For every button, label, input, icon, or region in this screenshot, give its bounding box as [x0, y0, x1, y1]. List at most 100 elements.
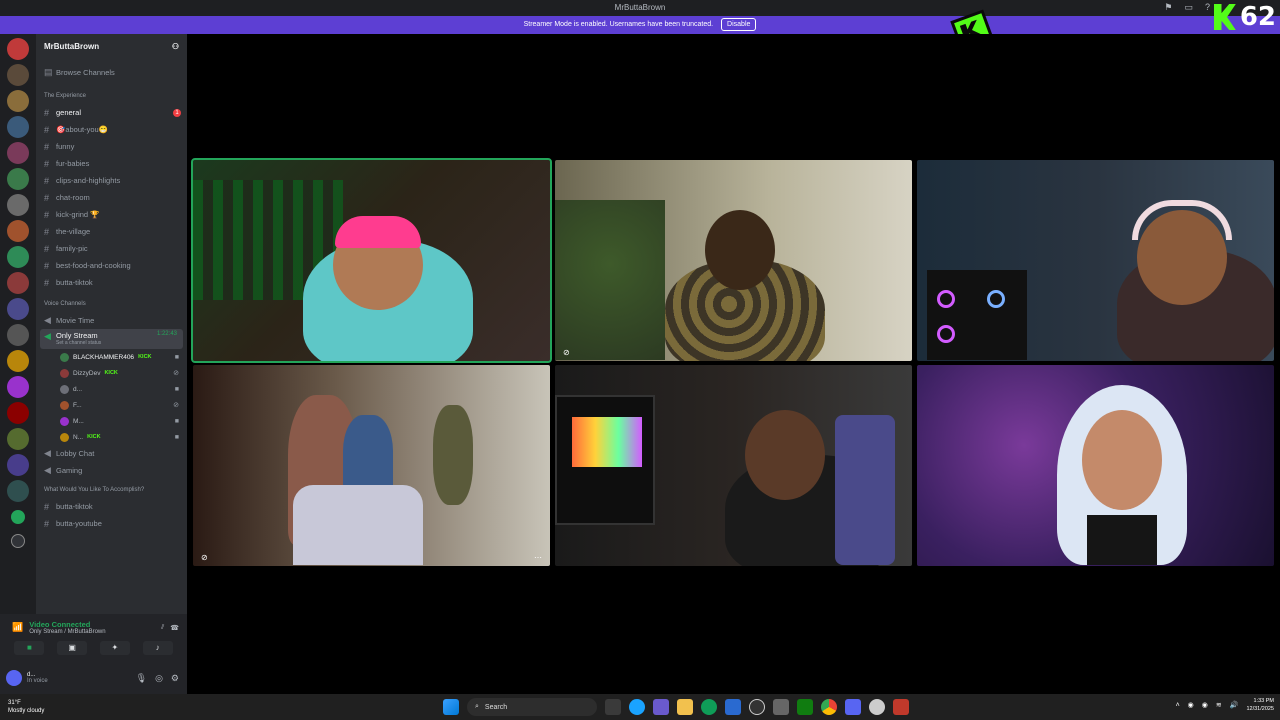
voice-channel-only-stream[interactable]: ◀ Only Stream Set a channel status 1:22:…: [40, 329, 183, 349]
category-header[interactable]: The Experience: [36, 87, 187, 104]
channel-chat-room[interactable]: # chat-room: [36, 189, 187, 206]
obs-icon[interactable]: [749, 699, 765, 715]
streamer-mode-banner: Streamer Mode is enabled. Usernames have…: [0, 16, 1280, 34]
video-tile[interactable]: [191, 158, 552, 363]
category-header[interactable]: What Would You Like To Accomplish?: [36, 481, 187, 498]
server-icon[interactable]: [7, 142, 29, 164]
channel-butta-youtube[interactable]: # butta-youtube: [36, 515, 187, 532]
server-header[interactable]: MrButtaBrown ⚇: [36, 34, 187, 58]
server-icon[interactable]: [7, 194, 29, 216]
voice-location[interactable]: Only Stream / MrButtaBrown: [29, 629, 105, 635]
start-icon[interactable]: [443, 699, 459, 715]
discover-icon[interactable]: [11, 534, 25, 548]
xbox-icon[interactable]: [797, 699, 813, 715]
noise-suppression-icon[interactable]: ⫽: [161, 624, 164, 632]
tray-app-icon[interactable]: ◉: [1202, 701, 1208, 709]
copilot-icon[interactable]: [653, 699, 669, 715]
headphones-icon[interactable]: ◎: [155, 673, 163, 684]
voice-member[interactable]: BLACKHAMMER406 KICK ■: [36, 349, 187, 365]
gear-icon[interactable]: ⚙: [171, 673, 179, 684]
voice-member[interactable]: d... ■: [36, 381, 187, 397]
server-icon[interactable]: [7, 376, 29, 398]
channel-the-village[interactable]: # the-village: [36, 223, 187, 240]
edge-icon[interactable]: [629, 699, 645, 715]
voice-member[interactable]: DizzyDev KICK ⊘: [36, 365, 187, 381]
settings-app-icon[interactable]: [773, 699, 789, 715]
video-tile[interactable]: [917, 365, 1274, 566]
flag-icon[interactable]: ⚑: [1164, 2, 1172, 13]
server-icon[interactable]: [7, 38, 29, 60]
clock[interactable]: 1:33 PM 12/31/2025: [1246, 697, 1274, 713]
channel-funny[interactable]: # funny: [36, 138, 187, 155]
volume-icon[interactable]: 🔊: [1230, 701, 1239, 709]
server-icon[interactable]: [7, 64, 29, 86]
weather-widget[interactable]: 31°F Mostly cloudy: [8, 699, 44, 715]
voice-channel-lobby-chat[interactable]: ◀ Lobby Chat: [36, 445, 187, 462]
inbox-icon[interactable]: ▭: [1184, 2, 1193, 13]
video-tile[interactable]: [555, 365, 912, 566]
browser-icon[interactable]: [701, 699, 717, 715]
camera-button[interactable]: ■: [14, 641, 45, 655]
channel-kick-grind[interactable]: # kick-grind 🏆: [36, 206, 187, 223]
channel-butta-tiktok-2[interactable]: # butta-tiktok: [36, 498, 187, 515]
soundboard-button[interactable]: ♪: [142, 641, 173, 655]
screen-share-button[interactable]: ▣: [57, 641, 88, 655]
participant-face: [745, 410, 825, 500]
channel-clips[interactable]: # clips-and-highlights: [36, 172, 187, 189]
add-server-icon[interactable]: [11, 510, 25, 524]
muted-icon: ⊘: [173, 402, 179, 409]
server-icon[interactable]: [7, 168, 29, 190]
voice-member[interactable]: N... KICK ■: [36, 429, 187, 445]
server-icon[interactable]: [7, 454, 29, 476]
app-icon[interactable]: [725, 699, 741, 715]
server-icon[interactable]: [7, 350, 29, 372]
app-icon[interactable]: [893, 699, 909, 715]
video-tile[interactable]: ⊘: [555, 160, 912, 361]
channel-butta-tiktok[interactable]: # butta-tiktok: [36, 274, 187, 291]
disable-streamer-mode-button[interactable]: Disable: [721, 18, 757, 31]
channel-general[interactable]: # general 1: [36, 104, 187, 121]
server-icon[interactable]: [7, 272, 29, 294]
server-icon[interactable]: [7, 428, 29, 450]
channel-best-food[interactable]: # best-food-and-cooking: [36, 257, 187, 274]
file-explorer-icon[interactable]: [677, 699, 693, 715]
tray-app-icon[interactable]: ◉: [1188, 701, 1194, 709]
more-options-icon[interactable]: ⋯: [534, 553, 542, 562]
channel-label: family-pic: [56, 244, 88, 253]
voice-member[interactable]: F... ⊘: [36, 397, 187, 413]
server-icon[interactable]: [7, 116, 29, 138]
chevron-up-icon[interactable]: ˄: [1176, 702, 1180, 709]
server-icon[interactable]: [7, 220, 29, 242]
category-header[interactable]: Voice Channels: [36, 295, 187, 312]
activities-button[interactable]: ✦: [99, 641, 130, 655]
search-box[interactable]: ⌕ Search: [467, 698, 597, 716]
help-icon[interactable]: ?: [1205, 2, 1210, 13]
member-name: F...: [73, 401, 82, 409]
channel-fur-babies[interactable]: # fur-babies: [36, 155, 187, 172]
server-icon[interactable]: [7, 324, 29, 346]
server-icon[interactable]: [7, 246, 29, 268]
disconnect-icon[interactable]: ☎: [170, 624, 179, 632]
task-view-icon[interactable]: [605, 699, 621, 715]
channel-family-pic[interactable]: # family-pic: [36, 240, 187, 257]
wifi-icon[interactable]: ≋: [1216, 701, 1222, 709]
server-icon[interactable]: [7, 90, 29, 112]
voice-channel-movie-time[interactable]: ◀ Movie Time: [36, 312, 187, 329]
avatar: [60, 384, 69, 394]
add-member-icon[interactable]: ⚇: [172, 42, 179, 58]
channel-about-you[interactable]: # 🎯about-you😁: [36, 121, 187, 138]
video-tile[interactable]: [917, 160, 1274, 361]
channel-status[interactable]: Set a channel status: [56, 340, 101, 346]
server-icon[interactable]: [7, 298, 29, 320]
server-icon[interactable]: [7, 480, 29, 502]
voice-member[interactable]: M... ■: [36, 413, 187, 429]
app-icon[interactable]: [869, 699, 885, 715]
server-icon[interactable]: [7, 402, 29, 424]
video-tile[interactable]: ⊘ ⋯: [193, 365, 550, 566]
microphone-icon[interactable]: 🎙: [136, 673, 147, 684]
chrome-icon[interactable]: [821, 699, 837, 715]
avatar[interactable]: [6, 670, 22, 686]
discord-icon[interactable]: [845, 699, 861, 715]
browse-channels[interactable]: ▤ Browse Channels: [36, 64, 187, 81]
voice-channel-gaming[interactable]: ◀ Gaming: [36, 462, 187, 479]
